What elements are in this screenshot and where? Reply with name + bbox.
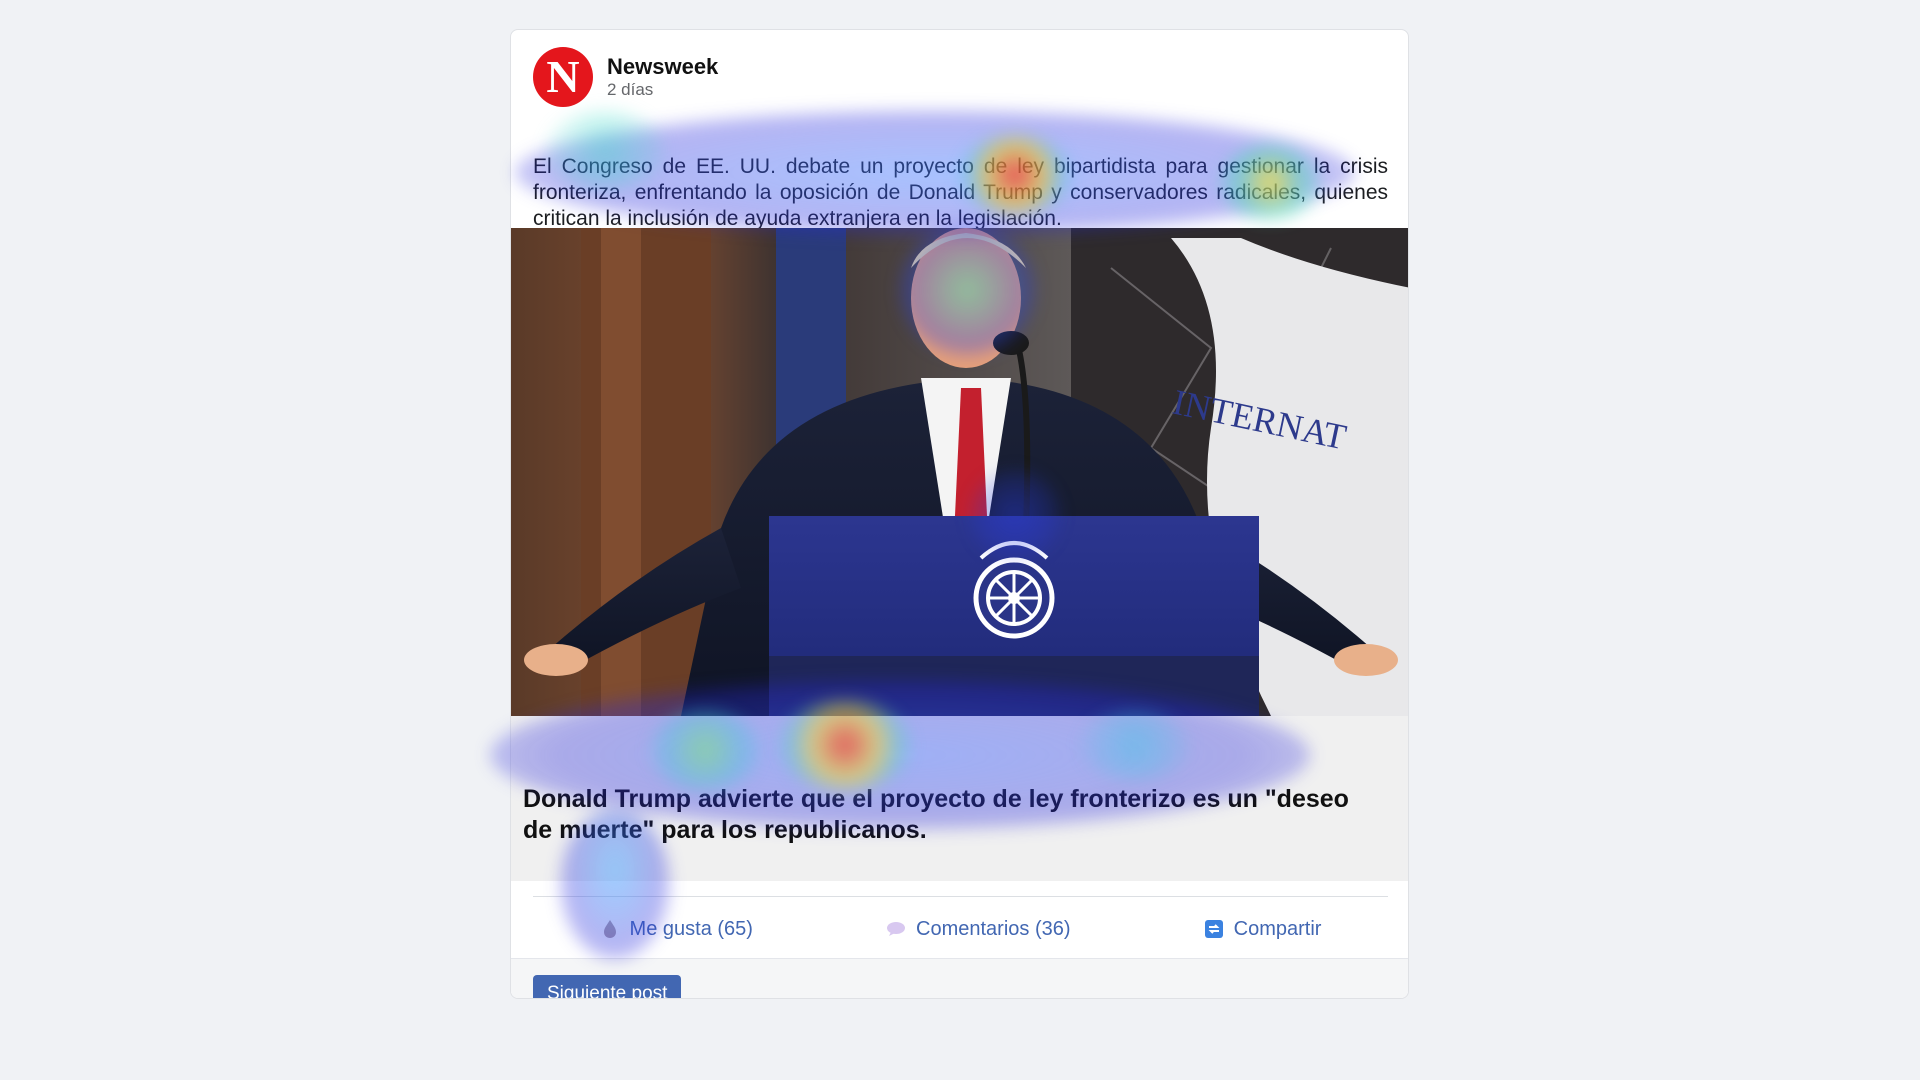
comments-label: Comentarios (36) xyxy=(916,917,1071,940)
next-post-button[interactable]: Siguiente post xyxy=(533,975,682,998)
page: N Newsweek 2 días El Congreso de EE. UU.… xyxy=(0,0,1920,1080)
speaker-photo-illustration: INTERNAT xyxy=(511,228,1408,716)
thumbs-up-icon xyxy=(600,919,620,939)
post-card: N Newsweek 2 días El Congreso de EE. UU.… xyxy=(510,29,1409,999)
post-time[interactable]: 2 días xyxy=(607,80,718,100)
share-label: Compartir xyxy=(1233,917,1322,940)
link-title[interactable]: Donald Trump advierte que el proyecto de… xyxy=(523,784,1383,846)
newsweek-logo[interactable]: N xyxy=(533,47,593,107)
post-footer: Siguiente post xyxy=(511,958,1408,998)
like-button[interactable]: Me gusta (65) xyxy=(600,918,753,941)
post-text: El Congreso de EE. UU. debate un proyect… xyxy=(533,155,1388,230)
comments-button[interactable]: Comentarios (36) xyxy=(886,918,1071,941)
like-label: Me gusta (65) xyxy=(629,917,753,940)
speech-bubble-icon xyxy=(886,919,906,939)
share-button[interactable]: Compartir xyxy=(1204,917,1322,941)
post-header: N Newsweek 2 días xyxy=(533,46,718,108)
link-preview[interactable]: Donald Trump advierte que el proyecto de… xyxy=(511,716,1408,881)
logo-letter: N xyxy=(546,51,580,102)
post-image[interactable]: INTERNAT xyxy=(511,228,1408,716)
source-name[interactable]: Newsweek xyxy=(607,54,718,80)
post-actions: Me gusta (65) Comentarios (36) Compartir xyxy=(533,906,1388,952)
post-meta: Newsweek 2 días xyxy=(607,54,718,100)
share-icon xyxy=(1204,919,1224,939)
actions-divider xyxy=(533,896,1388,897)
